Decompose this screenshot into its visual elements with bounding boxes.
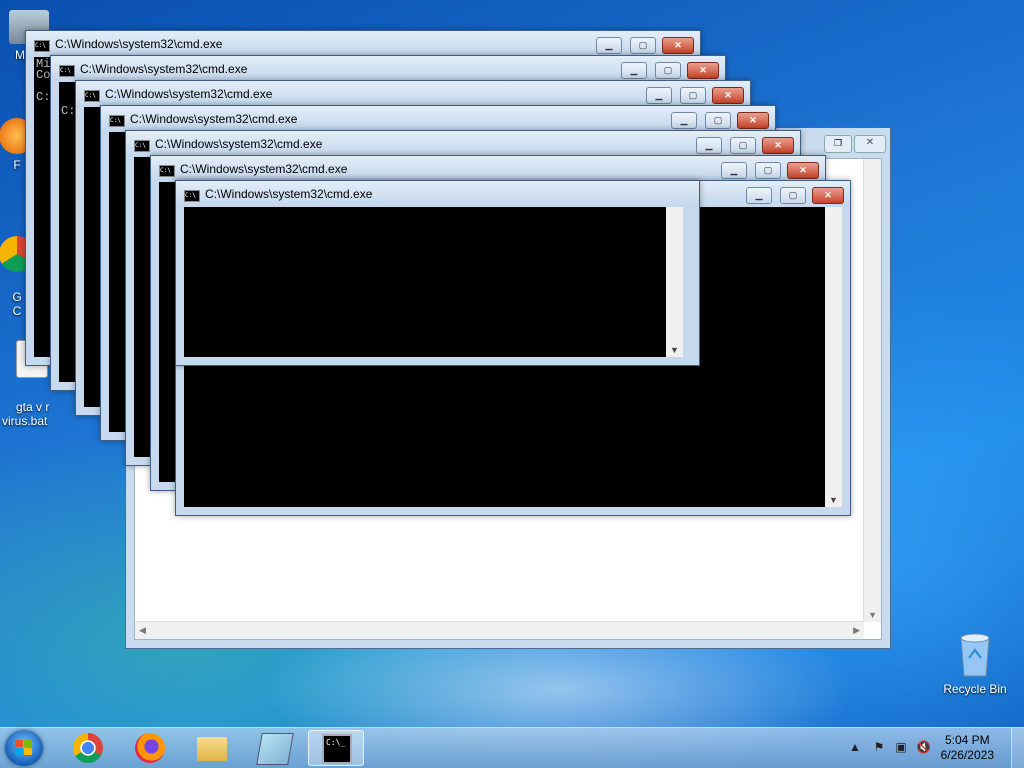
scroll-down-icon[interactable]: ▼ bbox=[868, 610, 877, 620]
scroll-down-icon[interactable]: ▼ bbox=[829, 495, 838, 505]
cmd-icon: C:\ bbox=[184, 190, 200, 202]
taskbar-chrome-button[interactable] bbox=[60, 730, 116, 766]
cmd-icon: C:\ bbox=[109, 115, 125, 127]
recycle-bin-icon bbox=[960, 633, 990, 677]
cmd-icon: C:\_ bbox=[322, 734, 352, 764]
volume-muted-icon[interactable]: 🔇 bbox=[916, 740, 931, 754]
windows-logo-icon bbox=[15, 740, 33, 756]
title-bar[interactable]: C:\ C:\Windows\system32\cmd.exe ▁ ▢ ✕ bbox=[151, 156, 825, 182]
close-button[interactable]: ✕ bbox=[787, 162, 819, 179]
close-button[interactable]: ✕ bbox=[854, 135, 886, 153]
taskbar: C:\_ ▲ ⚑ ▣ 🔇 5:04 PM 6/26/2023 bbox=[0, 727, 1024, 768]
title-bar[interactable]: C:\ C:\Windows\system32\cmd.exe ▁ ▢ ✕ bbox=[76, 81, 750, 107]
chrome-icon bbox=[73, 733, 103, 763]
maximize-button[interactable]: ▢ bbox=[705, 112, 731, 129]
taskbar-firefox-button[interactable] bbox=[122, 730, 178, 766]
action-center-icon[interactable]: ⚑ bbox=[872, 740, 886, 754]
close-button[interactable]: ✕ bbox=[762, 137, 794, 154]
show-hidden-icons-arrow[interactable]: ▲ bbox=[848, 740, 862, 754]
maximize-button[interactable]: ▢ bbox=[730, 137, 756, 154]
desktop-icon-label: G C bbox=[12, 290, 22, 318]
minimize-button[interactable]: ▁ bbox=[746, 187, 772, 204]
maximize-button[interactable]: ▢ bbox=[680, 87, 706, 104]
firefox-icon bbox=[135, 733, 165, 763]
close-button[interactable]: ✕ bbox=[662, 37, 694, 54]
cmd-icon: C:\ bbox=[159, 165, 175, 177]
desktop-icon-recycle-bin[interactable]: Recycle Bin bbox=[938, 632, 1012, 696]
window-title: C:\Windows\system32\cmd.exe bbox=[55, 37, 223, 51]
window-title: C:\Windows\system32\cmd.exe bbox=[130, 112, 298, 126]
title-bar[interactable]: C:\ C:\Windows\system32\cmd.exe bbox=[176, 181, 699, 207]
start-button[interactable] bbox=[5, 730, 43, 766]
minimize-button[interactable]: ▁ bbox=[596, 37, 622, 54]
cmd-icon: C:\ bbox=[59, 65, 75, 77]
vertical-scrollbar[interactable]: ▼ bbox=[825, 207, 842, 507]
window-title: C:\Windows\system32\cmd.exe bbox=[105, 87, 273, 101]
system-tray: ▲ ⚑ ▣ 🔇 5:04 PM 6/26/2023 bbox=[834, 728, 1024, 768]
close-button[interactable]: ✕ bbox=[737, 112, 769, 129]
horizontal-scrollbar[interactable]: ◀ ▶ bbox=[135, 621, 864, 639]
title-bar[interactable]: C:\ C:\Windows\system32\cmd.exe ▁ ▢ ✕ bbox=[126, 131, 800, 157]
clock-date: 6/26/2023 bbox=[940, 748, 994, 762]
title-bar[interactable]: C:\ C:\Windows\system32\cmd.exe ▁ ▢ ✕ bbox=[101, 106, 775, 132]
title-bar[interactable]: C:\ C:\Windows\system32\cmd.exe ▁ ▢ ✕ bbox=[26, 31, 700, 57]
minimize-button[interactable]: ▁ bbox=[646, 87, 672, 104]
minimize-button[interactable]: ▁ bbox=[671, 112, 697, 129]
window-title: C:\Windows\system32\cmd.exe bbox=[80, 62, 248, 76]
vertical-scrollbar[interactable]: ▼ bbox=[666, 207, 683, 357]
window-title: C:\Windows\system32\cmd.exe bbox=[205, 187, 373, 201]
taskbar-explorer-button[interactable] bbox=[184, 730, 240, 766]
vertical-scrollbar[interactable]: ▼ bbox=[863, 159, 881, 622]
close-button[interactable]: ✕ bbox=[687, 62, 719, 79]
minimize-button[interactable]: ▁ bbox=[696, 137, 722, 154]
taskbar-cmd-button[interactable]: C:\_ bbox=[308, 730, 364, 766]
restore-button[interactable]: ❐ bbox=[824, 135, 852, 153]
window-title: C:\Windows\system32\cmd.exe bbox=[180, 162, 348, 176]
maximize-button[interactable]: ▢ bbox=[780, 187, 806, 204]
network-icon[interactable]: ▣ bbox=[894, 740, 908, 754]
scroll-right-icon[interactable]: ▶ bbox=[853, 625, 860, 636]
notepad-icon bbox=[256, 733, 294, 765]
minimize-button[interactable]: ▁ bbox=[721, 162, 747, 179]
maximize-button[interactable]: ▢ bbox=[655, 62, 681, 79]
show-desktop-button[interactable] bbox=[1011, 728, 1024, 768]
scroll-down-icon[interactable]: ▼ bbox=[670, 345, 679, 355]
console-area[interactable]: ▼ bbox=[184, 207, 683, 357]
scroll-left-icon[interactable]: ◀ bbox=[139, 625, 146, 636]
maximize-button[interactable]: ▢ bbox=[630, 37, 656, 54]
minimize-button[interactable]: ▁ bbox=[621, 62, 647, 79]
close-button[interactable]: ✕ bbox=[712, 87, 744, 104]
cmd-icon: C:\ bbox=[84, 90, 100, 102]
cmd-icon: C:\ bbox=[134, 140, 150, 152]
cmd-icon: C:\ bbox=[34, 40, 50, 52]
desktop-icon-label: F bbox=[13, 158, 21, 172]
clock-time: 5:04 PM bbox=[944, 733, 990, 747]
taskbar-notepad-button[interactable] bbox=[246, 730, 302, 766]
clock[interactable]: 5:04 PM 6/26/2023 bbox=[941, 733, 994, 763]
title-bar[interactable]: C:\ C:\Windows\system32\cmd.exe ▁ ▢ ✕ bbox=[51, 56, 725, 82]
folder-icon bbox=[197, 737, 227, 761]
close-button[interactable]: ✕ bbox=[812, 187, 844, 204]
window-title: C:\Windows\system32\cmd.exe bbox=[155, 137, 323, 151]
cmd-window-front[interactable]: C:\ C:\Windows\system32\cmd.exe ▼ bbox=[175, 180, 700, 366]
maximize-button[interactable]: ▢ bbox=[755, 162, 781, 179]
desktop-icon-label: gta v r virus.bat bbox=[2, 400, 50, 428]
desktop-icon-label: Recycle Bin bbox=[943, 682, 1007, 696]
